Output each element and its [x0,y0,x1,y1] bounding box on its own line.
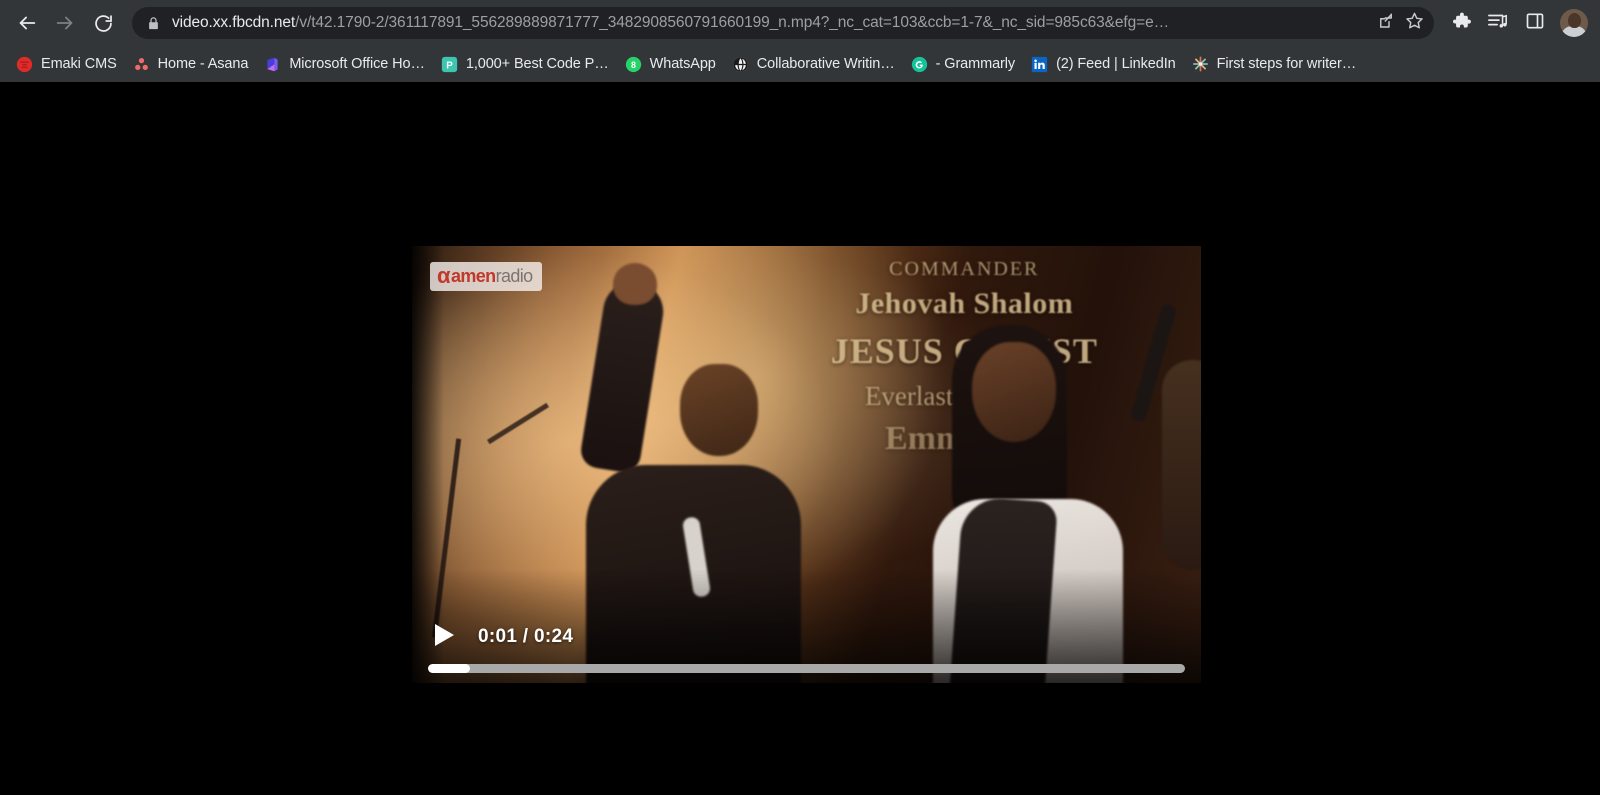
extensions-puzzle-icon [1451,10,1472,36]
profile-avatar[interactable] [1560,9,1588,37]
browser-toolbar: video.xx.fbcdn.net/v/t42.1790-2/36111789… [0,0,1600,46]
bookmark-emaki-cms[interactable]: Emaki CMS [8,51,125,77]
share-button[interactable] [1372,9,1400,37]
watermark-logo-mark: α [437,263,451,288]
bookmark-label: Collaborative Writin… [756,56,895,72]
female-performer-head [972,342,1057,443]
bookmark-collaborative-writing[interactable]: Collaborative Writin… [724,51,903,77]
progress-bar-fill [428,664,470,673]
reload-icon [93,13,114,34]
arrow-left-icon [16,12,38,34]
male-performer-head [680,363,759,456]
bookmark-label: Home - Asana [157,56,249,72]
page-content-area: COMMANDER Jehovah Shalom JESUS CHRIST Ev… [0,82,1600,795]
url-host: video.xx.fbcdn.net [172,14,296,31]
bookmark-label: - Grammarly [935,56,1016,72]
side-panel-button[interactable] [1519,7,1551,39]
pinterest-code-favicon: P [441,56,458,73]
amenradio-watermark: α amen radio [430,262,542,291]
globe-favicon [732,56,749,73]
time-display: 0:01 / 0:24 [478,626,574,647]
video-player[interactable]: COMMANDER Jehovah Shalom JESUS CHRIST Ev… [412,246,1201,683]
bookmark-linkedin-feed[interactable]: (2) Feed | LinkedIn [1023,51,1184,77]
bookmark-best-code[interactable]: P 1,000+ Best Code P… [433,51,617,77]
media-playlist-icon [1487,11,1509,36]
bookmark-whatsapp[interactable]: 8 WhatsApp [617,51,724,77]
address-bar[interactable]: video.xx.fbcdn.net/v/t42.1790-2/36111789… [132,7,1434,39]
whatsapp-favicon: 8 [625,56,642,73]
back-button[interactable] [10,6,44,40]
third-performer-arm [1161,359,1201,570]
svg-text:8: 8 [631,59,636,69]
performer-raised-arm [578,277,668,475]
grammarly-favicon [911,56,928,73]
bookmarks-bar: Emaki CMS Home - Asana Microsoft Office … [0,46,1600,82]
play-button[interactable] [428,621,460,653]
url-path: /v/t42.1790-2/361117891_556289889871777_… [295,14,1170,31]
banner-line-2: Jehovah Shalom [855,287,1074,321]
watermark-amen-text: amen [450,266,496,286]
bookmark-label: WhatsApp [649,56,716,72]
watermark-radio-text: radio [495,266,534,286]
bookmark-label: Microsoft Office Ho… [289,56,425,72]
share-icon [1377,12,1395,35]
bookmark-label: 1,000+ Best Code P… [465,56,609,72]
video-controls-bar: 0:01 / 0:24 [412,614,1201,683]
extensions-button[interactable] [1445,7,1477,39]
microsoft-office-favicon [264,56,281,73]
mic-stand-boom [486,402,550,444]
bookmark-label: First steps for writer… [1216,56,1357,72]
bookmark-first-steps-writer[interactable]: First steps for writer… [1184,51,1365,77]
asana-favicon [133,56,150,73]
bookmark-microsoft-office[interactable]: Microsoft Office Ho… [256,51,433,77]
play-icon [433,623,455,652]
star-icon [1405,11,1424,35]
reload-button[interactable] [86,6,120,40]
forward-button[interactable] [48,6,82,40]
performer-raised-fist [613,263,658,306]
bookmark-button[interactable] [1400,9,1428,37]
arrow-right-icon [54,12,76,34]
linkedin-favicon [1031,56,1048,73]
starburst-favicon [1192,56,1209,73]
banner-line-1: COMMANDER [889,257,1040,280]
url-text: video.xx.fbcdn.net/v/t42.1790-2/36111789… [172,14,1372,32]
media-controls-button[interactable] [1482,7,1514,39]
side-panel-icon [1525,11,1545,36]
video-controls-row: 0:01 / 0:24 [428,614,1185,660]
bookmark-home-asana[interactable]: Home - Asana [125,51,257,77]
emaki-favicon [16,56,33,73]
bookmark-label: (2) Feed | LinkedIn [1056,56,1176,72]
browser-chrome: video.xx.fbcdn.net/v/t42.1790-2/36111789… [0,0,1600,82]
bookmark-label: Emaki CMS [41,56,117,72]
svg-text:P: P [446,60,453,71]
avatar-head [1567,12,1581,28]
lock-icon [146,16,161,31]
bookmark-grammarly[interactable]: - Grammarly [903,51,1023,77]
progress-bar[interactable] [428,664,1185,673]
